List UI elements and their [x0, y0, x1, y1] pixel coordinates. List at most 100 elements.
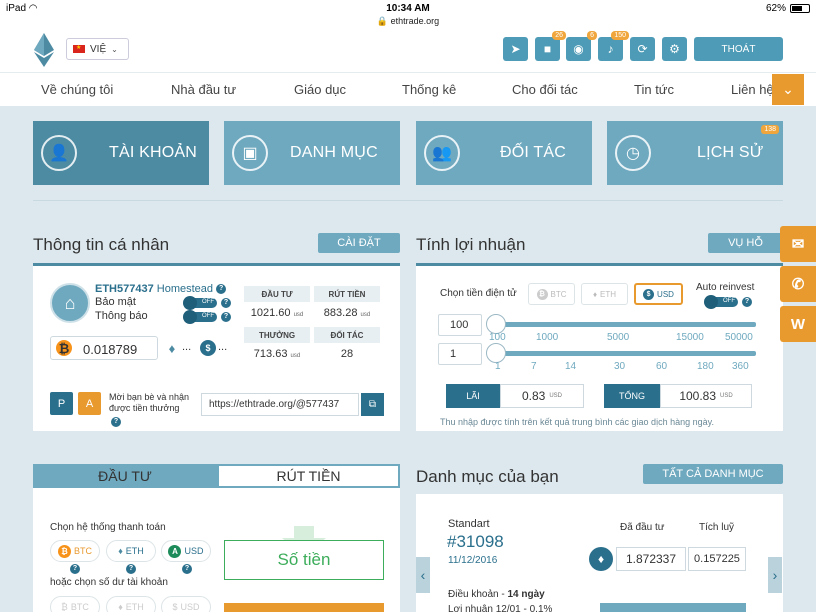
pay-usd-button[interactable]: A USD: [161, 540, 211, 562]
partner-stat-label: ĐỐI TÁC: [314, 327, 380, 343]
address-bar[interactable]: 🔒 ethtrade.org: [0, 16, 816, 27]
pay-eth-button[interactable]: ♦ ETH: [106, 540, 156, 562]
profit-partial-text: Lợi nhuận 12/01 - 0.1%: [448, 604, 553, 612]
referral-link-field[interactable]: https://ethtrade.org/@577437: [201, 393, 359, 416]
vietnam-flag-icon: [73, 44, 85, 53]
language-label: VIỆ: [90, 43, 107, 55]
w-side-button[interactable]: W: [780, 306, 816, 342]
amount-tick: 50000: [725, 332, 753, 343]
nav-item-statistics[interactable]: Thống kê: [402, 82, 456, 97]
days-tick: 1: [495, 361, 501, 372]
notify-toggle[interactable]: OFF: [183, 310, 217, 324]
amount-slider-track[interactable]: [488, 322, 756, 327]
partner-stat-value: 28: [340, 348, 354, 360]
help-icon[interactable]: ?: [221, 298, 231, 308]
tile-account[interactable]: 👤 TÀI KHOẢN: [33, 121, 209, 185]
notifications-button[interactable]: ♪ 150: [598, 31, 629, 61]
nav-item-partners[interactable]: Cho đối tác: [512, 82, 578, 97]
avatar[interactable]: ⌂: [50, 283, 90, 323]
tab-withdraw[interactable]: RÚT TIỀN: [217, 464, 400, 488]
copy-icon: ⧉: [368, 399, 377, 410]
portfolio-action-button[interactable]: [600, 603, 746, 612]
currency-usd-button[interactable]: $ USD: [634, 283, 683, 305]
settings-button[interactable]: ⚙: [662, 37, 687, 61]
balance-usd-button[interactable]: $ USD: [161, 596, 211, 612]
invest-stat-value: 1021.60 usd: [250, 307, 304, 319]
help-icon[interactable]: ?: [126, 564, 136, 574]
tile-history[interactable]: ◷ LỊCH SỬ 138: [607, 121, 783, 185]
help-icon[interactable]: ?: [742, 297, 752, 307]
phone-side-button[interactable]: ✆: [780, 266, 816, 302]
all-portfolios-button[interactable]: TẤT CẢ DANH MỤC: [643, 464, 783, 484]
btc-balance: 0.018789: [83, 342, 138, 357]
nav-item-contact[interactable]: Liên hệ: [731, 82, 774, 97]
balance-btc-button[interactable]: ₿ BTC: [50, 596, 100, 612]
settings-link-button[interactable]: CÀI ĐẶT: [318, 233, 400, 253]
security-toggle[interactable]: OFF: [183, 296, 217, 310]
profit-result-value: 0.83 USD: [500, 384, 584, 408]
days-input[interactable]: 1: [438, 343, 482, 365]
rss-icon: ◉: [573, 42, 584, 56]
invest-submit-button[interactable]: [224, 603, 384, 612]
copy-button[interactable]: ⧉: [361, 393, 384, 416]
bitcoin-icon: ₿: [61, 602, 68, 612]
exchange-button[interactable]: ⟳: [630, 37, 655, 61]
amount-input[interactable]: Số tiền: [224, 540, 384, 580]
days-tick: 360: [732, 361, 749, 372]
nav-item-investors[interactable]: Nhà đầu tư: [171, 82, 236, 97]
a-button[interactable]: A: [78, 392, 101, 415]
user-icon: 👤: [41, 135, 77, 171]
next-portfolio-button[interactable]: ›: [768, 557, 782, 593]
amount-slider-handle[interactable]: [486, 314, 506, 334]
prev-portfolio-button[interactable]: ‹: [416, 557, 430, 593]
help-icon[interactable]: ?: [70, 564, 80, 574]
rss-badge: 6: [587, 31, 597, 40]
amount-tick: 15000: [676, 332, 704, 343]
rss-button[interactable]: ◉ 6: [566, 31, 597, 61]
help-icon[interactable]: ?: [182, 564, 192, 574]
chevron-left-icon: ‹: [420, 567, 426, 583]
nav-item-education[interactable]: Giáo dục: [294, 82, 346, 97]
nav-item-news[interactable]: Tin tức: [634, 82, 674, 97]
ethereum-icon: ♦: [118, 602, 123, 612]
video-button[interactable]: ■ 26: [535, 31, 566, 61]
video-camera-icon: ■: [543, 42, 552, 56]
help-icon[interactable]: ?: [221, 312, 231, 322]
nav-more-button[interactable]: ⌄: [772, 74, 804, 105]
p-button[interactable]: P: [50, 392, 73, 415]
eth-balance-field: ♦ ...: [164, 336, 194, 360]
help-icon[interactable]: ?: [216, 284, 227, 295]
balance-eth-button[interactable]: ♦ ETH: [106, 596, 156, 612]
amount-tick: 1000: [536, 332, 559, 343]
telegram-button[interactable]: ➤: [503, 37, 528, 61]
currency-eth-button[interactable]: ♦ ETH: [581, 283, 628, 305]
tile-label: ĐỐI TÁC: [500, 144, 567, 161]
battery-status: 62%: [766, 3, 810, 14]
portfolio-date: 11/12/2016: [448, 555, 498, 566]
nav-item-about[interactable]: Về chúng tôi: [41, 82, 113, 97]
invested-label: Đã đầu tư: [620, 522, 665, 533]
withdraw-stat-value: 883.28 usd: [323, 307, 371, 319]
amount-input[interactable]: 100: [438, 314, 482, 336]
ethereum-logo-icon[interactable]: [34, 33, 54, 67]
terms-text: Điều khoản - 14 ngày: [448, 589, 545, 600]
ethereum-icon: ♦: [592, 289, 598, 299]
tab-invest[interactable]: ĐẦU TƯ: [33, 464, 217, 488]
pay-btc-button[interactable]: ₿ BTC: [50, 540, 100, 562]
battery-icon: [790, 4, 810, 13]
currency-btc-button[interactable]: ₿ BTC: [528, 283, 575, 305]
language-select[interactable]: VIỆ ⌄: [66, 38, 129, 60]
refresh-icon: ⟳: [637, 42, 648, 56]
days-slider-track[interactable]: [488, 351, 756, 356]
help-icon[interactable]: ?: [111, 417, 121, 427]
email-side-button[interactable]: ✉: [780, 226, 816, 262]
tile-partners[interactable]: 👥 ĐỐI TÁC: [416, 121, 592, 185]
tile-portfolio[interactable]: ▣ DANH MỤC: [224, 121, 400, 185]
url-text: ethtrade.org: [390, 16, 440, 26]
help-link-button[interactable]: VỤ HỖ: [708, 233, 783, 253]
logout-button[interactable]: THOÁT: [694, 37, 783, 61]
invest-stat-label: ĐẦU TƯ: [244, 286, 310, 302]
auto-reinvest-toggle[interactable]: OFF: [704, 295, 738, 309]
main-nav: Về chúng tôi Nhà đầu tư Giáo dục Thống k…: [0, 72, 816, 106]
days-slider-handle[interactable]: [486, 343, 506, 363]
